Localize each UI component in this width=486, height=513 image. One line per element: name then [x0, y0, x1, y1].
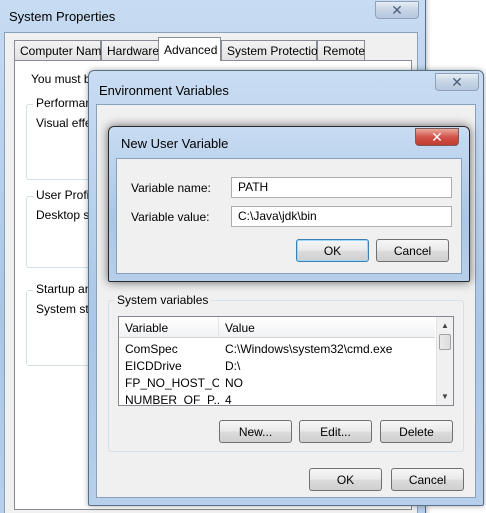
tab-advanced[interactable]: Advanced [158, 37, 221, 61]
environment-ok-button[interactable]: OK [309, 468, 382, 491]
system-variables-heading: System variables [114, 293, 212, 307]
list-scrollbar[interactable]: ▲ ▼ [436, 317, 453, 405]
variable-value-label: Variable value: [131, 210, 210, 224]
value-cell: D:\ [225, 359, 241, 373]
value-cell: C:\Windows\system32\cmd.exe [225, 342, 393, 356]
edit-system-variable-button[interactable]: Edit... [299, 420, 372, 443]
environment-cancel-button[interactable]: Cancel [391, 468, 464, 491]
scroll-down-icon[interactable]: ▼ [437, 388, 453, 405]
new-user-variable-close-button[interactable]: ✕ [415, 128, 459, 146]
value-cell: NO [225, 376, 243, 390]
column-header-value[interactable]: Value [219, 317, 435, 338]
environment-variables-close-button[interactable]: ✕ [435, 73, 479, 91]
close-icon: ✕ [391, 2, 403, 18]
new-user-variable-title: New User Variable [121, 136, 229, 151]
tab-remote[interactable]: Remote [317, 40, 365, 60]
table-row[interactable]: FP_NO_HOST_C... NO [119, 374, 435, 391]
list-header: Variable Value [119, 317, 435, 338]
system-properties-title: System Properties [9, 9, 116, 24]
table-row[interactable]: EICDDrive D:\ [119, 357, 435, 374]
tab-hardware[interactable]: Hardware [101, 40, 159, 60]
variable-name-label: Variable name: [131, 181, 211, 195]
tab-computer-name[interactable]: Computer Name [14, 40, 108, 60]
system-properties-close-button[interactable]: ✕ [375, 1, 419, 19]
tab-system-protection[interactable]: System Protection [221, 40, 324, 60]
variable-cell: FP_NO_HOST_C... [125, 376, 219, 390]
new-system-variable-button[interactable]: New... [219, 420, 292, 443]
column-header-variable[interactable]: Variable [119, 317, 219, 338]
variable-cell: NUMBER_OF_P... [125, 393, 219, 406]
table-row[interactable]: ComSpec C:\Windows\system32\cmd.exe [119, 340, 435, 357]
variable-name-field[interactable]: PATH [231, 177, 452, 198]
variable-value-field[interactable]: C:\Java\jdk\bin [231, 206, 452, 227]
delete-system-variable-button[interactable]: Delete [380, 420, 453, 443]
environment-variables-title: Environment Variables [99, 83, 229, 98]
value-cell: 4 [225, 393, 232, 406]
scroll-thumb[interactable] [439, 334, 451, 350]
close-icon: ✕ [451, 74, 463, 90]
table-row[interactable]: NUMBER_OF_P... 4 [119, 391, 435, 406]
scroll-up-icon[interactable]: ▲ [437, 317, 453, 334]
new-variable-cancel-button[interactable]: Cancel [376, 239, 449, 262]
close-icon: ✕ [431, 129, 443, 145]
system-variables-list[interactable]: Variable Value ComSpec C:\Windows\system… [118, 316, 454, 406]
variable-cell: EICDDrive [125, 359, 182, 373]
variable-cell: ComSpec [125, 342, 178, 356]
new-variable-ok-button[interactable]: OK [296, 239, 369, 262]
